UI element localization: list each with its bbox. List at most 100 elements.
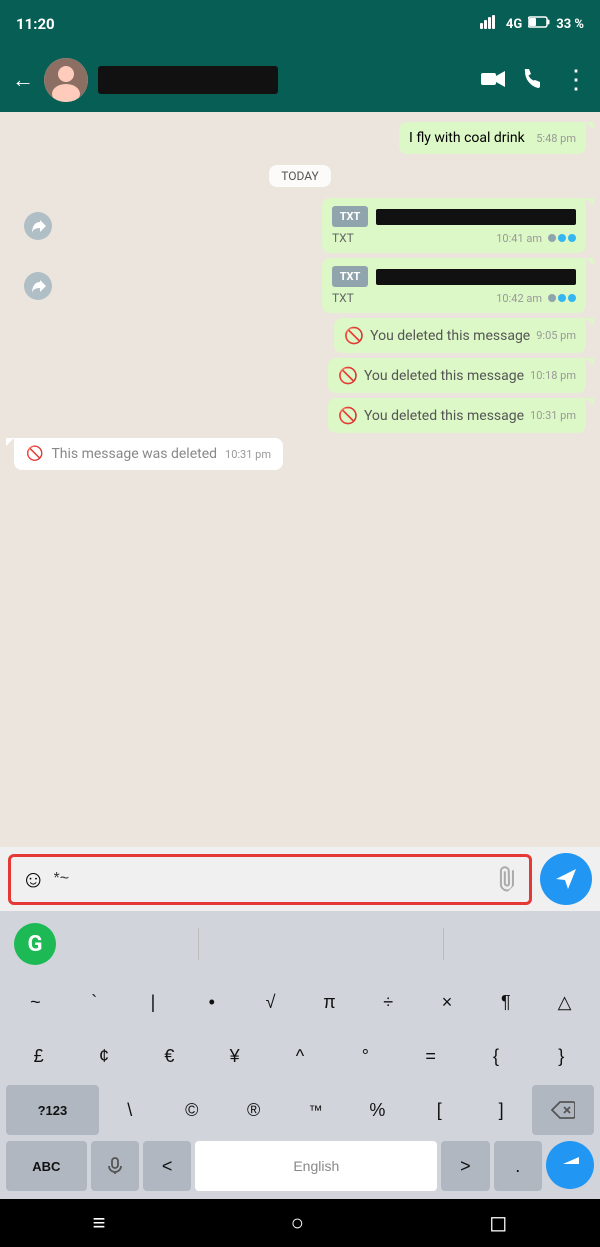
key-yen[interactable]: ¥ xyxy=(202,1031,267,1081)
key-numbers[interactable]: ?123 xyxy=(6,1085,99,1135)
key-backslash[interactable]: \ xyxy=(99,1085,161,1135)
message-meta-2: TXT 10:42 am xyxy=(332,291,576,305)
attach-button[interactable] xyxy=(491,862,526,897)
key-cent[interactable]: ¢ xyxy=(71,1031,136,1081)
key-period[interactable]: . xyxy=(494,1141,542,1191)
keyboard-row-3: ?123 \ © ® ™ % [ ] xyxy=(0,1083,600,1137)
grammarly-row: G xyxy=(0,919,600,975)
key-pound[interactable]: £ xyxy=(6,1031,71,1081)
deleted-content-4: 🚫 You deleted this message 10:18 pm xyxy=(338,366,576,385)
key-less-than[interactable]: < xyxy=(143,1141,191,1191)
key-tilde[interactable]: ~ xyxy=(6,977,65,1027)
message-input[interactable] xyxy=(54,870,489,888)
key-triangle[interactable]: △ xyxy=(535,977,594,1027)
message-3: 🚫 You deleted this message 9:05 pm xyxy=(334,318,586,353)
contact-avatar[interactable] xyxy=(44,58,88,102)
nav-home-icon[interactable]: ○ xyxy=(291,1210,304,1236)
message-time-3: 9:05 pm xyxy=(536,329,576,342)
key-backtick[interactable]: ` xyxy=(65,977,124,1027)
grammarly-button[interactable]: G xyxy=(14,923,56,965)
keyboard-row-2: £ ¢ € ¥ ^ ° = { } xyxy=(0,1029,600,1083)
key-equals[interactable]: = xyxy=(398,1031,463,1081)
recv-deleted-content: 🚫 This message was deleted 10:31 pm xyxy=(26,446,271,462)
key-degree[interactable]: ° xyxy=(333,1031,398,1081)
key-rbracket[interactable]: ] xyxy=(470,1085,532,1135)
key-sqrt[interactable]: √ xyxy=(241,977,300,1027)
message-1[interactable]: TXT TXT 10:41 am xyxy=(322,198,586,253)
key-greater-than[interactable]: > xyxy=(441,1141,489,1191)
message-meta-1: TXT 10:41 am xyxy=(332,231,576,245)
key-copyright[interactable]: © xyxy=(161,1085,223,1135)
voice-call-button[interactable] xyxy=(523,67,545,94)
input-row: ☺ xyxy=(0,847,600,911)
file-name-redacted-1 xyxy=(376,209,576,225)
nav-back-icon[interactable]: ◻ xyxy=(489,1211,507,1236)
key-mic[interactable] xyxy=(91,1141,139,1191)
key-pipe[interactable]: | xyxy=(124,977,183,1027)
forward-button-1[interactable] xyxy=(24,212,52,240)
forward-button-2[interactable] xyxy=(24,272,52,300)
more-options-button[interactable]: ⋮ xyxy=(563,65,588,95)
recv-deleted-text: This message was deleted xyxy=(51,446,217,462)
message-ticks-2 xyxy=(548,294,576,302)
deleted-content-3: 🚫 You deleted this message 9:05 pm xyxy=(344,326,576,345)
key-pi[interactable]: π xyxy=(300,977,359,1027)
divider-2 xyxy=(443,928,444,960)
status-time: 11:20 xyxy=(16,15,55,33)
message-4: 🚫 You deleted this message 10:18 pm xyxy=(328,358,586,393)
message-time-5: 10:31 pm xyxy=(530,409,576,422)
key-lbracket[interactable]: [ xyxy=(408,1085,470,1135)
key-caret[interactable]: ^ xyxy=(267,1031,332,1081)
key-enter[interactable] xyxy=(546,1141,594,1189)
recv-deleted-icon: 🚫 xyxy=(26,446,43,462)
key-lbrace[interactable]: { xyxy=(463,1031,528,1081)
chat-header: ← ⋮ xyxy=(0,48,600,112)
key-registered[interactable]: ® xyxy=(223,1085,285,1135)
deleted-content-5: 🚫 You deleted this message 10:31 pm xyxy=(338,406,576,425)
file-attachment-1: TXT xyxy=(332,206,576,227)
message-row-6: 🚫 This message was deleted 10:31 pm xyxy=(14,438,586,470)
back-button[interactable]: ← xyxy=(12,67,34,93)
battery-label: 33 % xyxy=(556,17,584,32)
key-euro[interactable]: € xyxy=(137,1031,202,1081)
key-trademark[interactable]: ™ xyxy=(285,1085,347,1135)
message-time-2: 10:42 am xyxy=(496,292,542,305)
send-button[interactable] xyxy=(540,853,592,905)
video-call-button[interactable] xyxy=(481,68,505,92)
message-time-1: 10:41 am xyxy=(496,232,542,245)
battery-icon xyxy=(528,16,550,32)
recv-message-time: 10:31 pm xyxy=(225,448,271,461)
key-pilcrow[interactable]: ¶ xyxy=(476,977,535,1027)
file-label-1: TXT xyxy=(332,231,354,245)
message-row-1: TXT TXT 10:41 am xyxy=(14,198,586,253)
chat-messages-area: I fly with coal drink 5:48 pm TODAY TXT xyxy=(0,112,600,847)
keyboard-row-1: ~ ` | • √ π ÷ × ¶ △ xyxy=(0,975,600,1029)
file-type-icon-1: TXT xyxy=(332,206,368,227)
signal-icon xyxy=(480,15,500,33)
key-divide[interactable]: ÷ xyxy=(359,977,418,1027)
key-percent[interactable]: % xyxy=(346,1085,408,1135)
deleted-icon-3: 🚫 xyxy=(344,326,364,345)
deleted-icon-5: 🚫 xyxy=(338,406,358,425)
emoji-button[interactable]: ☺ xyxy=(21,865,46,894)
header-actions: ⋮ xyxy=(481,65,588,95)
key-bullet[interactable]: • xyxy=(182,977,241,1027)
key-space[interactable]: English xyxy=(195,1141,437,1191)
keyboard-dividers xyxy=(56,928,586,960)
message-2[interactable]: TXT TXT 10:42 am xyxy=(322,258,586,313)
key-backspace[interactable] xyxy=(532,1085,594,1135)
key-rbrace[interactable]: } xyxy=(529,1031,594,1081)
deleted-text-3: You deleted this message xyxy=(370,328,530,344)
message-input-bar[interactable]: ☺ xyxy=(8,854,532,905)
message-row-4: 🚫 You deleted this message 10:18 pm xyxy=(14,358,586,393)
keyboard-row-4: ABC < English > . xyxy=(0,1137,600,1195)
deleted-text-5: You deleted this message xyxy=(364,408,524,424)
file-attachment-2: TXT xyxy=(332,266,576,287)
date-badge: TODAY xyxy=(269,165,331,187)
prev-message: I fly with coal drink 5:48 pm xyxy=(399,122,586,154)
nav-menu-icon[interactable]: ≡ xyxy=(93,1210,106,1236)
key-times[interactable]: × xyxy=(418,977,477,1027)
key-abc[interactable]: ABC xyxy=(6,1141,87,1191)
prev-message-time: 5:48 pm xyxy=(536,132,576,145)
deleted-icon-4: 🚫 xyxy=(338,366,358,385)
